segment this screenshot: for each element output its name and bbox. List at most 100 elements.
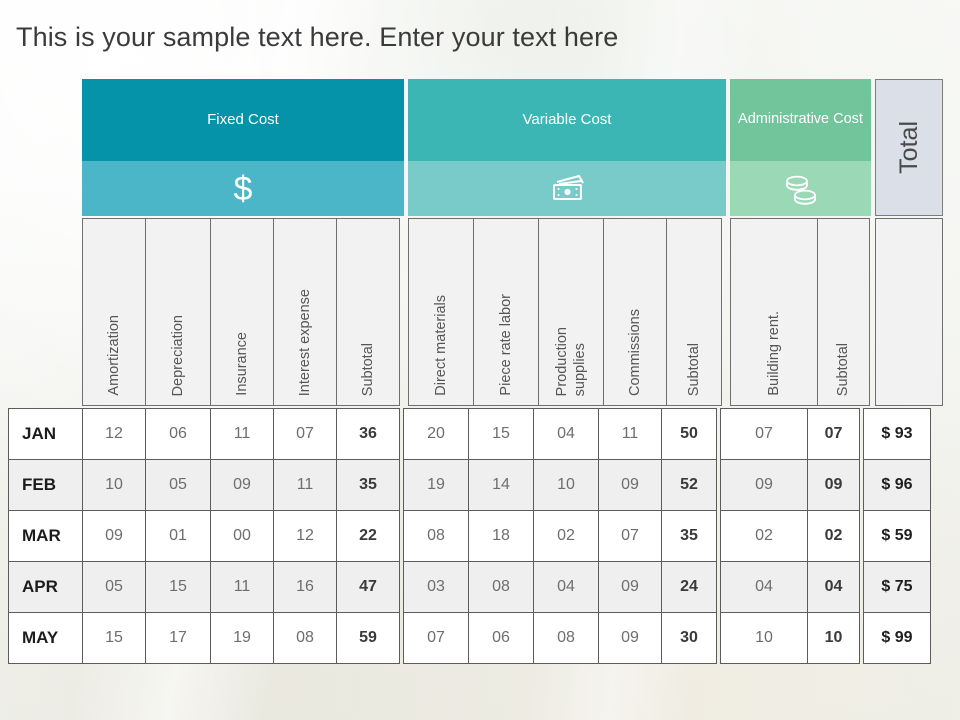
column-header-commissions[interactable]: Commissions [603, 218, 667, 406]
cell-variable-0[interactable]: 03 [403, 561, 469, 613]
column-header-subtotal[interactable]: Subtotal [666, 218, 722, 406]
cell-fixed-subtotal[interactable]: 47 [336, 561, 400, 613]
cell-fixed-3[interactable]: 16 [273, 561, 337, 613]
cell-fixed-1[interactable]: 06 [145, 408, 211, 460]
cell-fixed-1[interactable]: 05 [145, 459, 211, 511]
group-administrative-cost[interactable]: Administrative Cost [730, 79, 871, 216]
cell-variable-2[interactable]: 04 [533, 408, 599, 460]
cell-variable-subtotal[interactable]: 24 [661, 561, 717, 613]
table-row: FEB 10 05 09 11 35 19 14 10 09 52 09 09 $ 96 [8, 459, 943, 511]
cell-variable-3[interactable]: 09 [598, 612, 662, 664]
cell-fixed-3[interactable]: 11 [273, 459, 337, 511]
page-title: This is your sample text here. Enter you… [16, 22, 619, 52]
cell-variable-2[interactable]: 02 [533, 510, 599, 562]
column-headers-variable: Direct materials Piece rate labor Producti… [408, 218, 726, 406]
cell-row-total[interactable]: $ 75 [863, 561, 931, 613]
data-table: JAN 12 06 11 07 36 20 15 04 11 50 07 07 $ 93 FEB 10 05 09… [8, 408, 943, 664]
column-header-subtotal[interactable]: Subtotal [336, 218, 400, 406]
cell-fixed-1[interactable]: 17 [145, 612, 211, 664]
column-header-label: Depreciation [169, 314, 186, 396]
cell-variable-subtotal[interactable]: 35 [661, 510, 717, 562]
column-header-insurance[interactable]: Insurance [210, 218, 274, 406]
cell-variable-0[interactable]: 19 [403, 459, 469, 511]
cell-admin-subtotal[interactable]: 10 [807, 612, 860, 664]
cell-variable-0[interactable]: 20 [403, 408, 469, 460]
cell-row-total[interactable]: $ 93 [863, 408, 931, 460]
cell-variable-1[interactable]: 14 [468, 459, 534, 511]
cell-variable-0[interactable]: 07 [403, 612, 469, 664]
cell-variable-2[interactable]: 08 [533, 612, 599, 664]
column-header-amortization[interactable]: Amortization [82, 218, 146, 406]
cell-fixed-1[interactable]: 01 [145, 510, 211, 562]
cell-variable-2[interactable]: 10 [533, 459, 599, 511]
column-header-interest-expense[interactable]: Interest expense [273, 218, 337, 406]
cell-admin-subtotal[interactable]: 02 [807, 510, 860, 562]
cell-variable-3[interactable]: 11 [598, 408, 662, 460]
cell-variable-3[interactable]: 09 [598, 459, 662, 511]
cell-variable-subtotal[interactable]: 50 [661, 408, 717, 460]
cell-row-total[interactable]: $ 99 [863, 612, 931, 664]
column-headers-total [875, 218, 943, 406]
cell-fixed-subtotal[interactable]: 59 [336, 612, 400, 664]
group-total-header[interactable]: Total [875, 79, 943, 216]
cell-variable-3[interactable]: 09 [598, 561, 662, 613]
banknotes-icon [408, 161, 726, 216]
column-header-row: Amortization Depreciation Insurance Interes… [82, 218, 943, 406]
cell-row-total[interactable]: $ 96 [863, 459, 931, 511]
row-month-label[interactable]: MAR [8, 510, 83, 562]
cell-fixed-2[interactable]: 11 [210, 561, 274, 613]
group-fixed-cost[interactable]: Fixed Cost $ [82, 79, 404, 216]
row-month-label[interactable]: APR [8, 561, 83, 613]
cell-admin-subtotal[interactable]: 09 [807, 459, 860, 511]
column-headers-fixed: Amortization Depreciation Insurance Interes… [82, 218, 404, 406]
column-header-building-rent-[interactable]: Building rent. [730, 218, 818, 406]
column-header-depreciation[interactable]: Depreciation [145, 218, 211, 406]
cell-variable-1[interactable]: 08 [468, 561, 534, 613]
row-month-label[interactable]: JAN [8, 408, 83, 460]
cell-variable-subtotal[interactable]: 30 [661, 612, 717, 664]
cell-admin-0[interactable]: 04 [720, 561, 808, 613]
cell-fixed-2[interactable]: 09 [210, 459, 274, 511]
cell-fixed-0[interactable]: 12 [82, 408, 146, 460]
column-header-total-blank[interactable] [875, 218, 943, 406]
cell-admin-0[interactable]: 10 [720, 612, 808, 664]
group-header-band: Fixed Cost $ Variable Cost Administrativ… [82, 79, 943, 216]
cell-fixed-subtotal[interactable]: 35 [336, 459, 400, 511]
column-header-direct-materials[interactable]: Direct materials [408, 218, 474, 406]
cell-variable-1[interactable]: 18 [468, 510, 534, 562]
cell-fixed-0[interactable]: 10 [82, 459, 146, 511]
cell-variable-1[interactable]: 15 [468, 408, 534, 460]
group-variable-cost[interactable]: Variable Cost [408, 79, 726, 216]
cell-admin-0[interactable]: 02 [720, 510, 808, 562]
column-header-piece-rate-labor[interactable]: Piece rate labor [473, 218, 539, 406]
group-variable-cost-label: Variable Cost [408, 79, 726, 161]
cell-admin-0[interactable]: 07 [720, 408, 808, 460]
cell-fixed-2[interactable]: 19 [210, 612, 274, 664]
cell-fixed-1[interactable]: 15 [145, 561, 211, 613]
cell-fixed-3[interactable]: 12 [273, 510, 337, 562]
cell-fixed-subtotal[interactable]: 22 [336, 510, 400, 562]
cell-fixed-3[interactable]: 08 [273, 612, 337, 664]
column-header-production-supplies[interactable]: Production supplies [538, 218, 604, 406]
cell-admin-0[interactable]: 09 [720, 459, 808, 511]
cell-admin-subtotal[interactable]: 07 [807, 408, 860, 460]
column-header-subtotal[interactable]: Subtotal [817, 218, 870, 406]
cell-variable-subtotal[interactable]: 52 [661, 459, 717, 511]
cell-row-total[interactable]: $ 59 [863, 510, 931, 562]
row-month-label[interactable]: FEB [8, 459, 83, 511]
table-row: JAN 12 06 11 07 36 20 15 04 11 50 07 07 $ 93 [8, 408, 943, 460]
cell-variable-0[interactable]: 08 [403, 510, 469, 562]
cell-variable-1[interactable]: 06 [468, 612, 534, 664]
cell-fixed-2[interactable]: 11 [210, 408, 274, 460]
cell-fixed-subtotal[interactable]: 36 [336, 408, 400, 460]
cell-fixed-3[interactable]: 07 [273, 408, 337, 460]
cell-variable-3[interactable]: 07 [598, 510, 662, 562]
cell-variable-2[interactable]: 04 [533, 561, 599, 613]
cell-fixed-0[interactable]: 15 [82, 612, 146, 664]
cell-fixed-0[interactable]: 05 [82, 561, 146, 613]
cell-fixed-0[interactable]: 09 [82, 510, 146, 562]
dollar-glyph: $ [233, 169, 253, 208]
cell-fixed-2[interactable]: 00 [210, 510, 274, 562]
cell-admin-subtotal[interactable]: 04 [807, 561, 860, 613]
row-month-label[interactable]: MAY [8, 612, 83, 664]
